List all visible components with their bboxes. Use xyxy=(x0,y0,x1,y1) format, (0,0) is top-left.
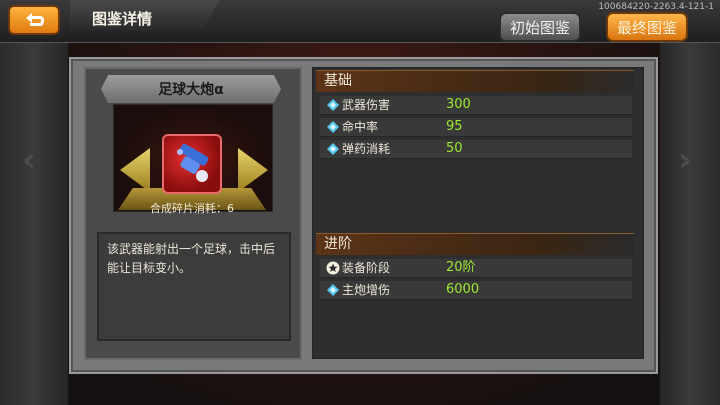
stat-label: 命中率 xyxy=(342,120,379,134)
stat-row: 装备阶段 20阶 xyxy=(320,259,632,278)
fragment-cost-label: 合成碎片消耗：6 xyxy=(150,202,234,215)
diamond-icon xyxy=(327,99,339,111)
stat-value: 50 xyxy=(446,141,463,156)
cannon-glyph xyxy=(177,143,209,182)
section-title-base: 基础 xyxy=(316,70,634,92)
version-label: 100684220-2263.4-121-1 xyxy=(598,2,714,12)
stat-label: 武器伤害 xyxy=(342,98,391,112)
wall-chevron-decor: ‹ xyxy=(22,140,37,180)
stat-row: 弹药消耗 50 xyxy=(320,140,632,159)
initial-codex-button[interactable]: 初始图鉴 xyxy=(499,12,581,42)
diamond-icon xyxy=(327,284,339,296)
stat-row: 主炮增伤 6000 xyxy=(320,281,632,300)
stat-label: 弹药消耗 xyxy=(342,142,391,156)
diamond-icon xyxy=(327,121,339,133)
star-icon xyxy=(326,261,340,275)
item-description: 该武器能射出一个足球，击中后能让目标变小。 xyxy=(97,232,291,341)
stat-value: 6000 xyxy=(446,282,480,297)
stat-value: 300 xyxy=(446,97,471,112)
page-title: 图鉴详情 xyxy=(92,10,153,28)
stat-row: 命中率 95 xyxy=(320,118,632,137)
diamond-icon xyxy=(327,143,339,155)
corridor-wall-left: ‹ xyxy=(0,40,68,405)
section-title-advanced: 进阶 xyxy=(316,233,634,255)
wall-chevron-decor: › xyxy=(678,140,693,180)
stat-label: 装备阶段 xyxy=(342,261,391,275)
corridor-wall-right: › xyxy=(660,40,720,405)
return-arrow-icon xyxy=(26,13,44,26)
item-name: 足球大炮α xyxy=(101,75,281,103)
soccer-cannon-icon[interactable] xyxy=(162,134,222,194)
stat-value: 20阶 xyxy=(446,260,476,275)
stat-value: 95 xyxy=(446,119,463,134)
final-codex-button[interactable]: 最终图鉴 xyxy=(606,12,688,42)
back-button[interactable] xyxy=(8,5,60,35)
stat-row: 武器伤害 300 xyxy=(320,96,632,115)
stat-label: 主炮增伤 xyxy=(342,283,391,297)
